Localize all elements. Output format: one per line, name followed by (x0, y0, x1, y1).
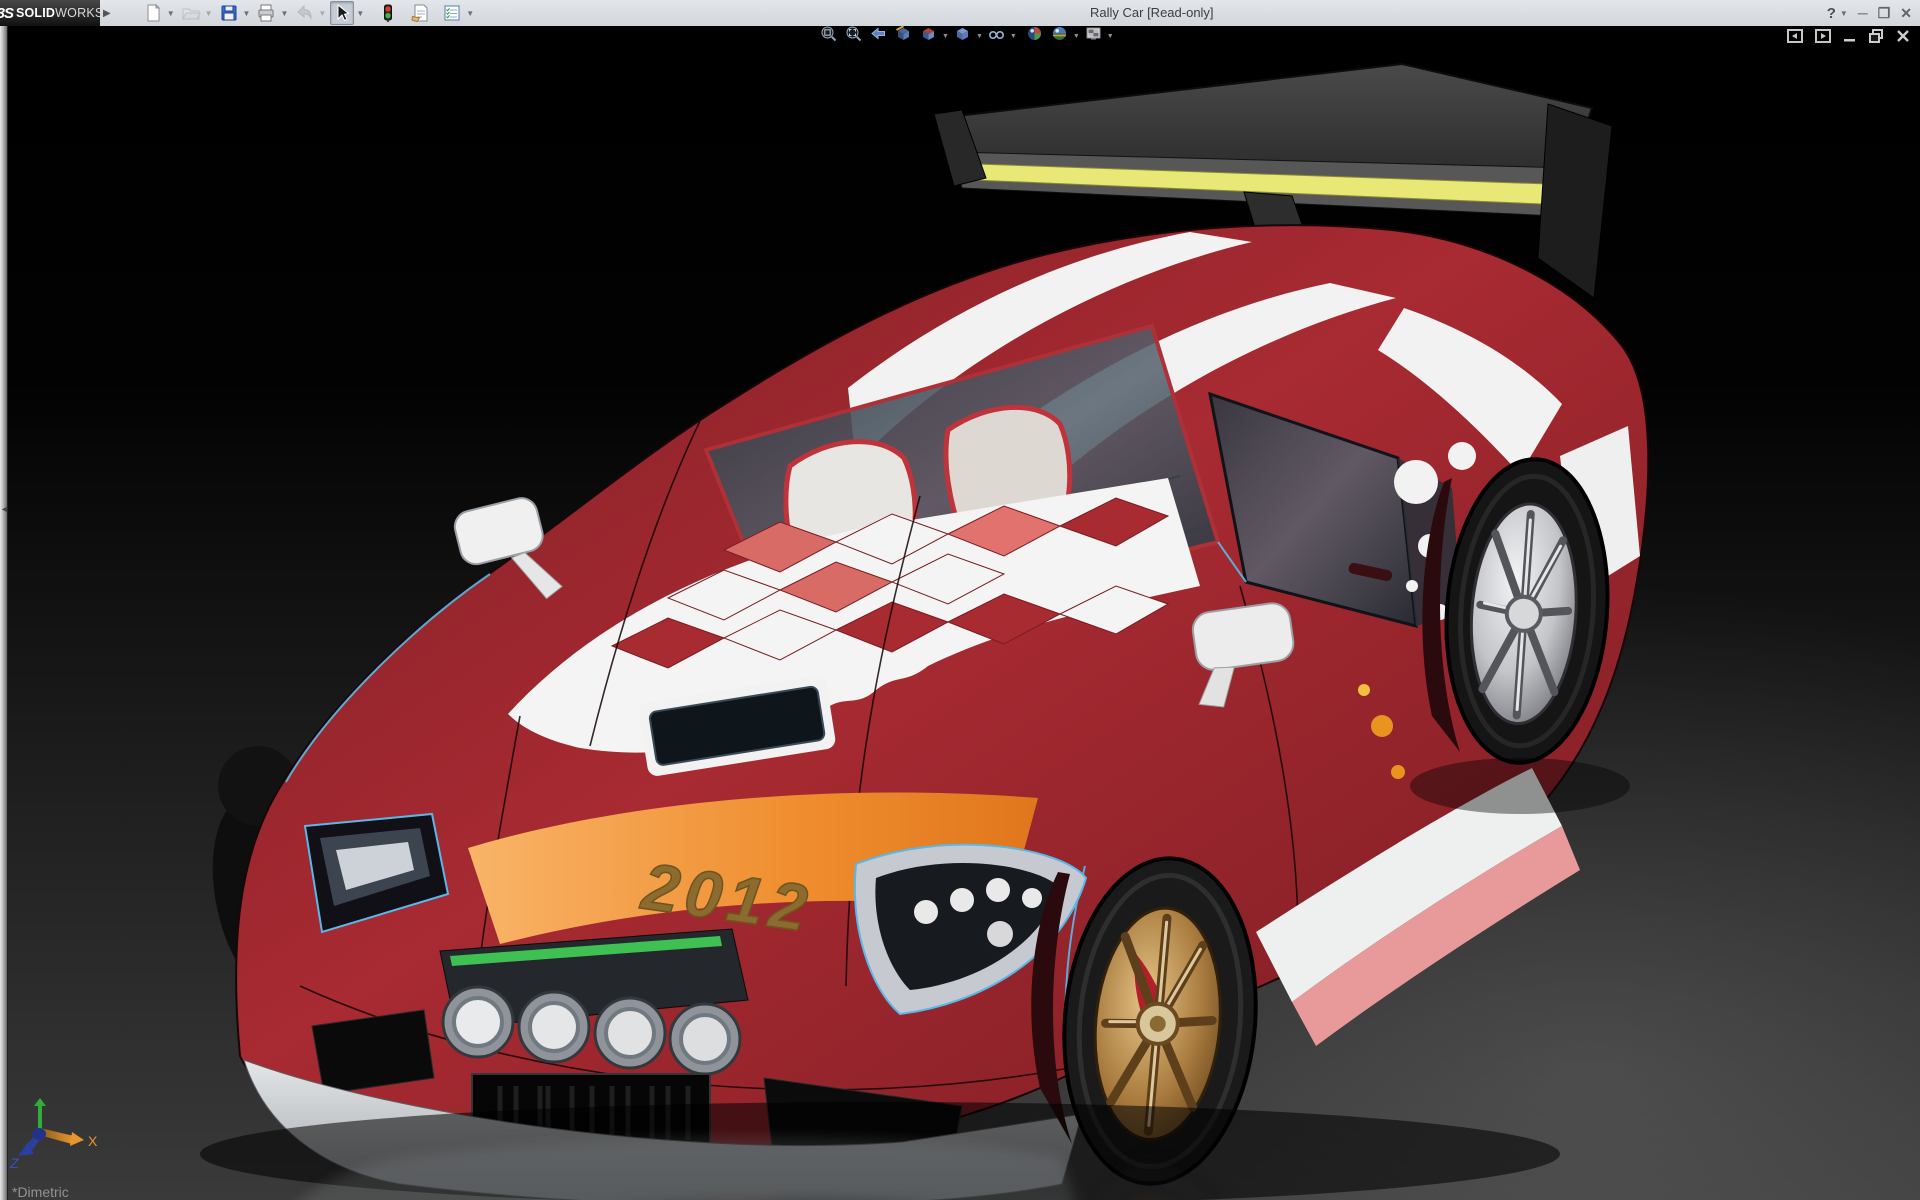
graphics-area[interactable]: 2012 ▼ ▼ ▼ ▼ ▼ ◄ X Z *Dimetric (0, 25, 1920, 1200)
select-dropdown[interactable]: ▼ (354, 2, 368, 24)
display-style-dropdown[interactable]: ▼ (973, 33, 986, 40)
solidworks-logo: 3S SOLIDWORKS (0, 0, 103, 26)
document-title: Rally Car [Read-only] (1090, 5, 1214, 20)
main-toolbar: ▼ ▼ ▼ ▼ ▼ ▼ ▼ (133, 0, 478, 26)
apply-scene-dropdown[interactable]: ▼ (1070, 33, 1083, 40)
view-settings-button[interactable] (1083, 27, 1104, 45)
save-dropdown[interactable]: ▼ (241, 2, 255, 24)
options-button[interactable] (440, 1, 464, 25)
undo-button[interactable] (292, 1, 316, 25)
title-bar: 3S SOLIDWORKS ▶ ▼ ▼ ▼ (0, 0, 1920, 27)
rebuild-traffic-light-icon (378, 3, 398, 23)
zoom-to-fit-icon (820, 25, 837, 47)
options-checklist-icon (442, 3, 462, 23)
apply-scene-icon (1051, 25, 1068, 47)
app-minimize-button[interactable]: ─ (1858, 5, 1868, 21)
document-window-controls (1787, 27, 1910, 45)
help-button[interactable]: ? (1827, 5, 1836, 22)
section-view-button[interactable] (893, 25, 914, 47)
apply-scene-button[interactable] (1049, 27, 1070, 45)
view-orientation-label: *Dimetric (12, 1184, 69, 1200)
view-settings-dropdown[interactable]: ▼ (1104, 33, 1117, 40)
zoom-to-area-button[interactable] (843, 25, 864, 47)
new-document-icon (143, 3, 163, 23)
solidworks-window: 3S SOLIDWORKS ▶ ▼ ▼ ▼ (0, 0, 1920, 1200)
undo-icon (294, 3, 314, 23)
reference-triad: X Z (9, 1098, 98, 1171)
hide-show-items-dropdown[interactable]: ▼ (1007, 33, 1020, 40)
undo-dropdown[interactable]: ▼ (316, 2, 330, 24)
edit-appearance-icon (1026, 25, 1043, 47)
previous-view-icon (870, 25, 887, 47)
print-icon (256, 3, 276, 23)
app-close-button[interactable]: ✕ (1900, 5, 1912, 22)
featuremanager-splitter[interactable]: ◄ (0, 26, 9, 1200)
headsup-view-toolbar: ▼ ▼ ▼ ▼ ▼ (818, 25, 1117, 47)
print-dropdown[interactable]: ▼ (278, 2, 292, 24)
document-minimize-button[interactable] (1843, 29, 1857, 43)
view-orientation-icon (920, 25, 937, 47)
zoom-to-area-icon (845, 25, 862, 47)
view-orientation-dropdown[interactable]: ▼ (939, 33, 952, 40)
app-window-controls: ? ▼ ─ ❐ ✕ (1827, 0, 1912, 26)
options-dropdown[interactable]: ▼ (464, 2, 478, 24)
app-restore-button[interactable]: ❐ (1878, 5, 1891, 22)
print-button[interactable] (254, 1, 278, 25)
open-button[interactable] (179, 1, 203, 25)
save-icon (219, 3, 239, 23)
document-close-button[interactable] (1896, 29, 1910, 43)
triad-x-label: X (88, 1133, 98, 1149)
view-orientation-button[interactable] (918, 27, 939, 45)
open-folder-icon (181, 3, 201, 23)
save-button[interactable] (217, 1, 241, 25)
rally-car-model[interactable]: 2012 (0, 26, 1920, 1200)
logo-text: SOLID (15, 6, 56, 20)
select-cursor-icon (332, 3, 352, 23)
menu-flyout-arrow-icon[interactable]: ▶ (103, 8, 111, 19)
display-style-button[interactable] (952, 27, 973, 45)
triad-z-label: Z (9, 1155, 19, 1171)
show-pane-right-icon[interactable] (1815, 29, 1831, 43)
new-document-button[interactable] (141, 1, 165, 25)
previous-view-button[interactable] (868, 27, 889, 45)
rebuild-button[interactable] (376, 1, 400, 25)
new-document-dropdown[interactable]: ▼ (165, 2, 179, 24)
open-dropdown[interactable]: ▼ (203, 2, 217, 24)
zoom-to-fit-button[interactable] (818, 25, 839, 47)
select-button[interactable] (330, 1, 355, 25)
document-restore-button[interactable] (1869, 29, 1884, 43)
file-properties-button[interactable] (408, 1, 432, 25)
help-dropdown[interactable]: ▼ (1840, 9, 1848, 18)
file-properties-icon (410, 3, 430, 23)
hide-show-items-button[interactable] (986, 27, 1007, 45)
show-pane-left-icon[interactable] (1787, 29, 1803, 43)
view-settings-icon (1085, 25, 1102, 47)
display-style-icon (954, 25, 971, 47)
edit-appearance-button[interactable] (1024, 27, 1045, 45)
hide-show-items-icon (988, 25, 1005, 47)
section-view-icon (895, 25, 912, 47)
splitter-collapse-arrow-icon[interactable]: ◄ (0, 504, 9, 514)
ds-logo-mark: 3S (0, 4, 14, 22)
